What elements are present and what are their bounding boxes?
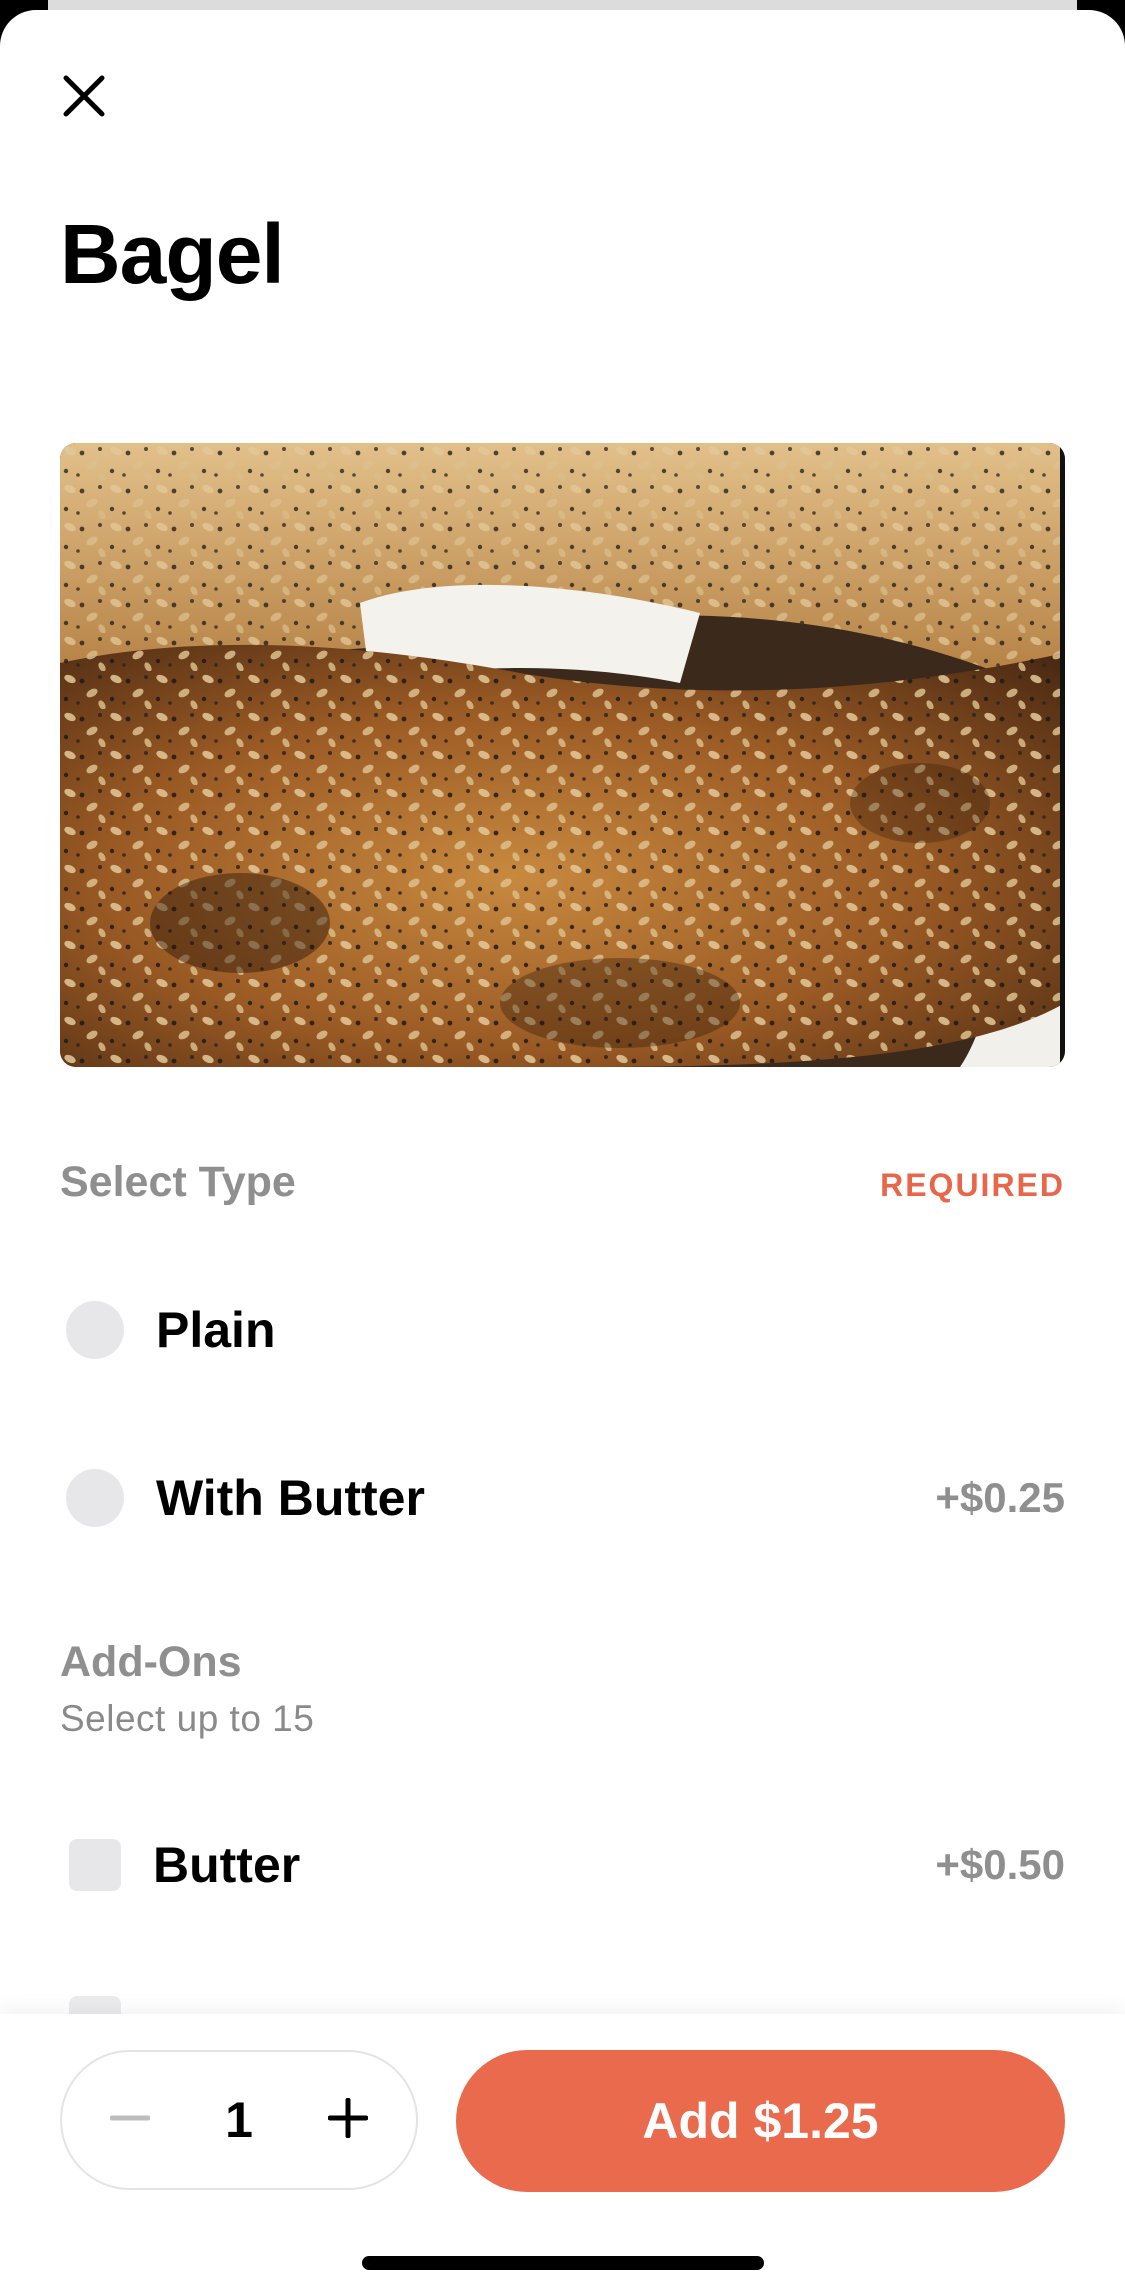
option-price: +$0.25 bbox=[935, 1474, 1065, 1521]
increment-button[interactable] bbox=[316, 2088, 380, 2152]
quantity-stepper: 1 bbox=[60, 2050, 418, 2190]
addon-butter[interactable]: Butter +$0.50 bbox=[60, 1810, 1065, 1920]
home-indicator[interactable] bbox=[362, 2256, 764, 2270]
addon-label: Butter bbox=[153, 1837, 301, 1893]
item-photo bbox=[60, 443, 1065, 1067]
minus-icon bbox=[109, 2098, 151, 2143]
option-label: With Butter bbox=[156, 1470, 425, 1526]
radio-button[interactable] bbox=[66, 1469, 124, 1527]
close-icon bbox=[62, 74, 106, 123]
option-label: Plain bbox=[156, 1302, 276, 1358]
item-detail-sheet: Bagel Select Type REQUIRED Plain With Bu… bbox=[0, 10, 1125, 2284]
decrement-button[interactable] bbox=[98, 2088, 162, 2152]
add-to-cart-button[interactable]: Add $1.25 bbox=[456, 2050, 1065, 2192]
option-plain[interactable]: Plain bbox=[60, 1275, 1065, 1385]
select-type-header: Select Type REQUIRED bbox=[60, 1158, 1065, 1207]
required-badge: REQUIRED bbox=[880, 1167, 1065, 1203]
order-footer: 1 Add $1.25 bbox=[0, 2014, 1125, 2284]
close-button[interactable] bbox=[56, 70, 112, 126]
quantity-value: 1 bbox=[225, 2092, 253, 2148]
item-title: Bagel bbox=[60, 207, 285, 301]
checkbox[interactable] bbox=[69, 1839, 121, 1891]
add-ons-header: Add-Ons bbox=[60, 1638, 1065, 1687]
addon-price: +$0.50 bbox=[935, 1841, 1065, 1888]
option-with-butter[interactable]: With Butter +$0.25 bbox=[60, 1443, 1065, 1553]
plus-icon bbox=[327, 2097, 369, 2143]
add-ons-subtitle: Select up to 15 bbox=[60, 1698, 315, 1739]
radio-button[interactable] bbox=[66, 1301, 124, 1359]
add-ons-title: Add-Ons bbox=[60, 1638, 242, 1686]
select-type-title: Select Type bbox=[60, 1158, 296, 1206]
